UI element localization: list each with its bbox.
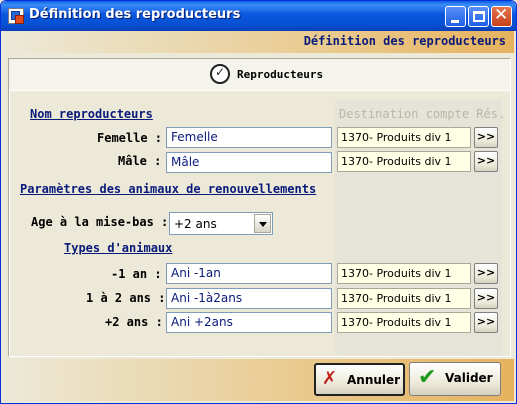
checkmark-icon: ✔ <box>418 365 437 390</box>
1-a-2-ans-browse-button[interactable]: >> <box>474 288 498 309</box>
plus-2-ans-browse-button[interactable]: >> <box>474 312 498 333</box>
section-nom-reproducteurs: Nom reproducteurs <box>30 107 153 121</box>
minimize-button[interactable] <box>445 6 466 27</box>
chevron-down-icon[interactable] <box>254 214 271 233</box>
label-1-a-2-ans: 1 à 2 ans : <box>86 291 166 305</box>
cancel-label: Annuler <box>347 373 401 387</box>
title-bar[interactable]: Définition des reproducteurs ✕ <box>1 1 516 31</box>
label-femelle: Femelle : <box>97 131 163 145</box>
label-male: Mâle : <box>118 154 162 168</box>
age-mise-bas-select[interactable]: +2 ans <box>169 212 273 235</box>
tab-reproducteurs[interactable]: ✓ Reproducteurs <box>9 59 510 91</box>
checklist-icon: ✓ <box>210 64 230 84</box>
window-title: Définition des reproducteurs <box>29 7 241 22</box>
plus-2-ans-destination-field[interactable]: 1370- Produits div 1 <box>337 312 471 333</box>
cancel-x-icon: ✗ <box>322 368 338 389</box>
age-selected-value: +2 ans <box>174 217 217 231</box>
1-a-2-ans-field[interactable]: Ani -1à2ans <box>166 288 332 309</box>
section-types-animaux: Types d'animaux <box>64 241 173 255</box>
label-moins-1-an: -1 an : <box>111 267 162 281</box>
close-icon: ✕ <box>494 5 509 25</box>
header-band: Définition des reproducteurs <box>4 31 514 53</box>
dialog-window: Définition des reproducteurs ✕ Définitio… <box>0 0 517 404</box>
femelle-destination-field[interactable]: 1370- Produits div 1 <box>337 127 471 148</box>
femelle-field[interactable]: Femelle <box>166 127 332 148</box>
label-age-mise-bas: Age à la mise-bas : <box>31 215 169 229</box>
moins-1-an-browse-button[interactable]: >> <box>474 263 498 284</box>
male-destination-field[interactable]: 1370- Produits div 1 <box>337 151 471 172</box>
tab-label: Reproducteurs <box>237 68 324 81</box>
app-icon <box>8 8 24 24</box>
cancel-button[interactable]: ✗ Annuler <box>314 363 405 396</box>
male-field[interactable]: Mâle <box>166 152 332 173</box>
minimize-icon <box>451 20 459 23</box>
destination-header: Destination compte Rés. <box>339 107 506 121</box>
maximize-icon <box>473 11 485 22</box>
moins-1-an-field[interactable]: Ani -1an <box>166 263 332 284</box>
validate-button[interactable]: ✔ Valider <box>409 362 501 396</box>
close-button[interactable]: ✕ <box>491 5 512 27</box>
1-a-2-ans-destination-field[interactable]: 1370- Produits div 1 <box>337 288 471 309</box>
maximize-button[interactable] <box>468 6 489 27</box>
femelle-browse-button[interactable]: >> <box>474 127 498 148</box>
header-title: Définition des reproducteurs <box>303 34 506 48</box>
section-parametres: Paramètres des animaux de renouvellement… <box>20 182 317 196</box>
validate-label: Valider <box>445 371 493 385</box>
male-browse-button[interactable]: >> <box>474 151 498 172</box>
moins-1-an-destination-field[interactable]: 1370- Produits div 1 <box>337 263 471 284</box>
label-plus-2-ans: +2 ans : <box>105 315 163 329</box>
plus-2-ans-field[interactable]: Ani +2ans <box>166 312 332 333</box>
